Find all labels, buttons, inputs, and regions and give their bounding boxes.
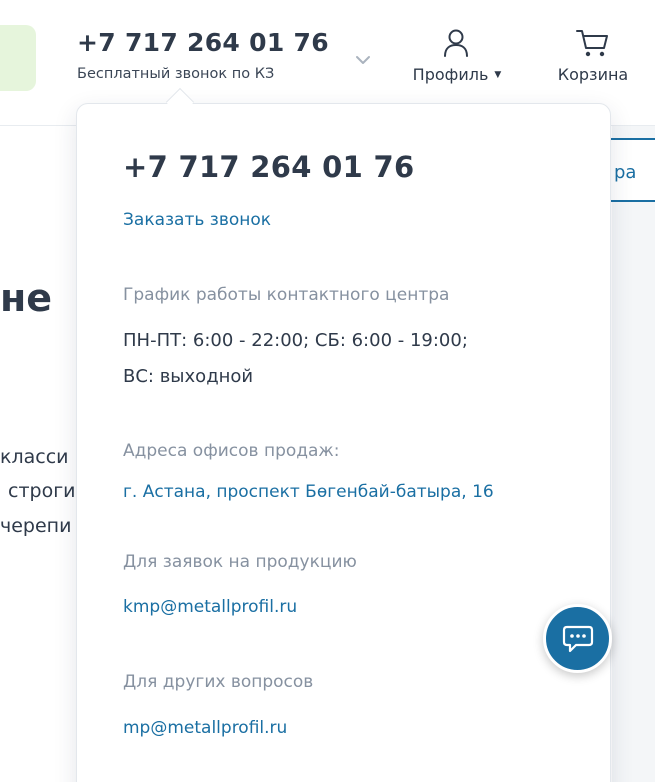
cart-icon [576,30,608,57]
order-call-link[interactable]: Заказать звонок [123,210,271,230]
schedule-weekdays: ПН-ПТ: 6:00 - 22:00; СБ: 6:00 - 19:00; [123,330,468,351]
header-phone-note: Бесплатный звонок по КЗ [77,66,275,82]
chat-button[interactable] [543,604,612,673]
schedule-title: График работы контактного центра [123,285,450,305]
page-background-strip [612,126,655,782]
cart-label: Корзина [557,65,629,84]
page-text-line: строги [8,480,76,502]
other-questions-title: Для других вопросов [123,672,314,692]
chat-icon [562,625,594,653]
schedule-sunday: ВС: выходной [123,366,254,387]
profile-menu[interactable]: Профиль ▼ [405,28,509,84]
page-text-line: класси [0,446,69,468]
header-green-block[interactable] [0,25,36,91]
dropdown-phone-number[interactable]: +7 717 264 01 76 [123,150,414,184]
page-text-line: черепи [0,515,72,537]
page-outline-button-label: ра [614,162,637,183]
chevron-down-icon[interactable] [355,52,371,68]
header-phone-number[interactable]: +7 717 264 01 76 [77,28,329,57]
products-email-link[interactable]: kmp@metallprofil.ru [123,597,297,617]
cart-link[interactable]: Корзина [553,28,633,84]
other-email-link[interactable]: mp@metallprofil.ru [123,718,287,738]
office-address-link[interactable]: г. Астана, проспект Бөгенбай-батыра, 16 [123,482,494,502]
contacts-dropdown: +7 717 264 01 76 Заказать звонок График … [76,103,611,782]
page-heading-fragment: не [0,276,53,320]
profile-label: Профиль [412,65,489,84]
caret-down-icon: ▼ [494,69,502,80]
offices-title: Адреса офисов продаж: [123,441,340,461]
user-icon [444,29,468,57]
products-title: Для заявок на продукцию [123,552,357,572]
